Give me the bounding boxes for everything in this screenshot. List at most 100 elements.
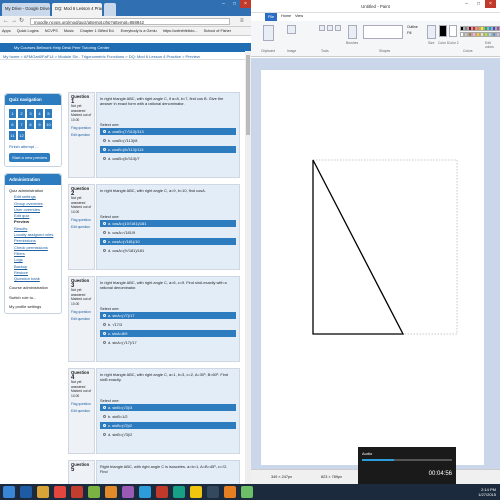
answer-option[interactable]: c. cosB=(8√113)/113: [100, 146, 236, 153]
bookmark-ncvps[interactable]: NCVPS: [45, 29, 58, 33]
size-button[interactable]: [427, 25, 436, 39]
app-icon[interactable]: [173, 486, 185, 498]
edit-question-link[interactable]: Edit question: [71, 317, 92, 322]
color-swatch[interactable]: [468, 26, 472, 31]
media-player-widget[interactable]: Audio 00:04:56: [358, 447, 456, 484]
app-icon[interactable]: [190, 486, 202, 498]
answer-option[interactable]: c. cosA=(√181)/10: [100, 238, 236, 245]
app-icon[interactable]: [156, 486, 168, 498]
answer-option[interactable]: d. sinB=(√3)/2: [100, 431, 236, 438]
question-nav-button[interactable]: 5: [45, 109, 52, 118]
app-icon[interactable]: [88, 486, 100, 498]
start-icon[interactable]: [3, 486, 15, 498]
tab-quiz[interactable]: DQ: Mod 6 Lesson 4 Prac: [52, 3, 102, 16]
admin-item-course-administration[interactable]: Course administration: [9, 285, 57, 291]
minimize-icon[interactable]: –: [218, 0, 229, 8]
selection-box[interactable]: [312, 159, 458, 335]
color-swatch[interactable]: [496, 26, 500, 31]
answer-option[interactable]: b. √17/3: [100, 321, 236, 328]
question-nav-button[interactable]: 11: [9, 131, 16, 140]
brushes-button[interactable]: [348, 25, 357, 39]
paint-maximize-icon[interactable]: □: [473, 0, 484, 8]
color-swatch[interactable]: [464, 32, 468, 37]
color-swatch[interactable]: [468, 32, 472, 37]
answer-option[interactable]: a. cosB=(7√113)/113: [100, 128, 236, 135]
question-nav-button[interactable]: 8: [27, 120, 34, 129]
paint-canvas[interactable]: [261, 70, 484, 465]
paint-taskbar-icon[interactable]: [241, 486, 253, 498]
edit-question-link[interactable]: Edit question: [71, 225, 92, 230]
color1-button[interactable]: [439, 25, 447, 37]
question-nav-button[interactable]: 10: [45, 120, 52, 129]
question-nav-button[interactable]: 2: [18, 109, 25, 118]
bookmark-quick-logins[interactable]: Quick Logins: [17, 29, 39, 33]
app-icon[interactable]: [224, 486, 236, 498]
paint-close-icon[interactable]: ×: [485, 0, 496, 8]
question-nav-button[interactable]: 12: [18, 131, 25, 140]
color-swatch[interactable]: [488, 26, 492, 31]
color-swatch[interactable]: [480, 32, 484, 37]
color-swatch[interactable]: [460, 32, 464, 37]
question-nav-button[interactable]: 6: [9, 120, 16, 129]
home-tab[interactable]: Home: [281, 14, 291, 18]
answer-option[interactable]: a. sinA=(√7)/17: [100, 312, 236, 319]
paint-minimize-icon[interactable]: –: [461, 0, 472, 8]
new-tab-button[interactable]: [104, 3, 116, 16]
bookmark-apps[interactable]: Apps: [2, 29, 11, 33]
answer-option[interactable]: c. sinB=(√3)/2: [100, 422, 236, 429]
bookmark-genius[interactable]: Everybody is a Geniu: [121, 29, 157, 33]
answer-option[interactable]: d. sinA=(√17)/17: [100, 339, 236, 346]
answer-option[interactable]: b. cosB=(√113)/8: [100, 137, 236, 144]
back-icon[interactable]: ←: [3, 18, 9, 25]
pencil-tool[interactable]: [319, 25, 325, 31]
admin-item-question-bank[interactable]: Question bank: [9, 276, 57, 282]
color-swatch[interactable]: [460, 26, 464, 31]
shapes-gallery[interactable]: [363, 25, 403, 39]
fill-dropdown[interactable]: Fill: [407, 31, 411, 35]
system-clock[interactable]: 2:14 PM 1/27/2015: [478, 487, 496, 497]
reload-icon[interactable]: ↻: [19, 18, 24, 25]
color-swatch[interactable]: [472, 32, 476, 37]
color2-button[interactable]: [449, 25, 457, 37]
color-swatch[interactable]: [496, 32, 500, 37]
select-button[interactable]: [287, 25, 296, 34]
bookmark-chapter[interactable]: Chapter 1 Gifted Ed.: [80, 29, 115, 33]
bookmark-url[interactable]: https://usfrebfelicio...: [163, 29, 198, 33]
close-icon[interactable]: ×: [240, 0, 251, 8]
answer-option[interactable]: a. cosA=(10√181)/181: [100, 220, 236, 227]
app-icon[interactable]: [207, 486, 219, 498]
paste-button[interactable]: [263, 25, 274, 41]
answer-option[interactable]: b. sinB=1/2: [100, 413, 236, 420]
scrollbar-thumb[interactable]: [246, 55, 250, 135]
fill-tool[interactable]: [327, 25, 333, 31]
color-swatch[interactable]: [492, 26, 496, 31]
color-swatch[interactable]: [484, 32, 488, 37]
color-swatch[interactable]: [480, 26, 484, 31]
answer-option[interactable]: b. cosA=√181/9: [100, 229, 236, 236]
question-nav-button[interactable]: 1: [9, 109, 16, 118]
app-icon[interactable]: [105, 486, 117, 498]
tab-google-drive[interactable]: My Drive - Google Drive: [2, 3, 50, 16]
color-swatch[interactable]: [476, 26, 480, 31]
app-icon[interactable]: [71, 486, 83, 498]
file-tab[interactable]: File: [265, 13, 277, 21]
bookmark-school[interactable]: School of Fisher: [204, 29, 231, 33]
flag-question-button[interactable]: Flag question: [71, 402, 92, 407]
color-swatch[interactable]: [492, 32, 496, 37]
answer-option[interactable]: d. cosB=(8√113)/7: [100, 155, 236, 162]
color-swatch[interactable]: [484, 26, 488, 31]
chrome-icon[interactable]: [54, 486, 66, 498]
question-nav-button[interactable]: 3: [27, 109, 34, 118]
question-nav-button[interactable]: 9: [36, 120, 43, 129]
breadcrumb[interactable]: My home > AFMGarl0FaF14 > Module Six - T…: [0, 52, 251, 60]
view-tab[interactable]: View: [295, 14, 303, 18]
outline-dropdown[interactable]: Outline: [407, 25, 418, 29]
address-bar[interactable]: moodle.ncvps.org/mod/quiz/attempt.php?at…: [30, 18, 230, 25]
edit-colors-button[interactable]: Edit colors: [485, 41, 500, 49]
color-swatch[interactable]: [472, 26, 476, 31]
admin-item-switch-role[interactable]: Switch role to...: [9, 295, 57, 301]
answer-option[interactable]: d. cosA=(9√181)/181: [100, 247, 236, 254]
menu-icon[interactable]: ≡: [240, 18, 244, 25]
app-icon[interactable]: [122, 486, 134, 498]
edit-question-link[interactable]: Edit question: [71, 133, 92, 138]
